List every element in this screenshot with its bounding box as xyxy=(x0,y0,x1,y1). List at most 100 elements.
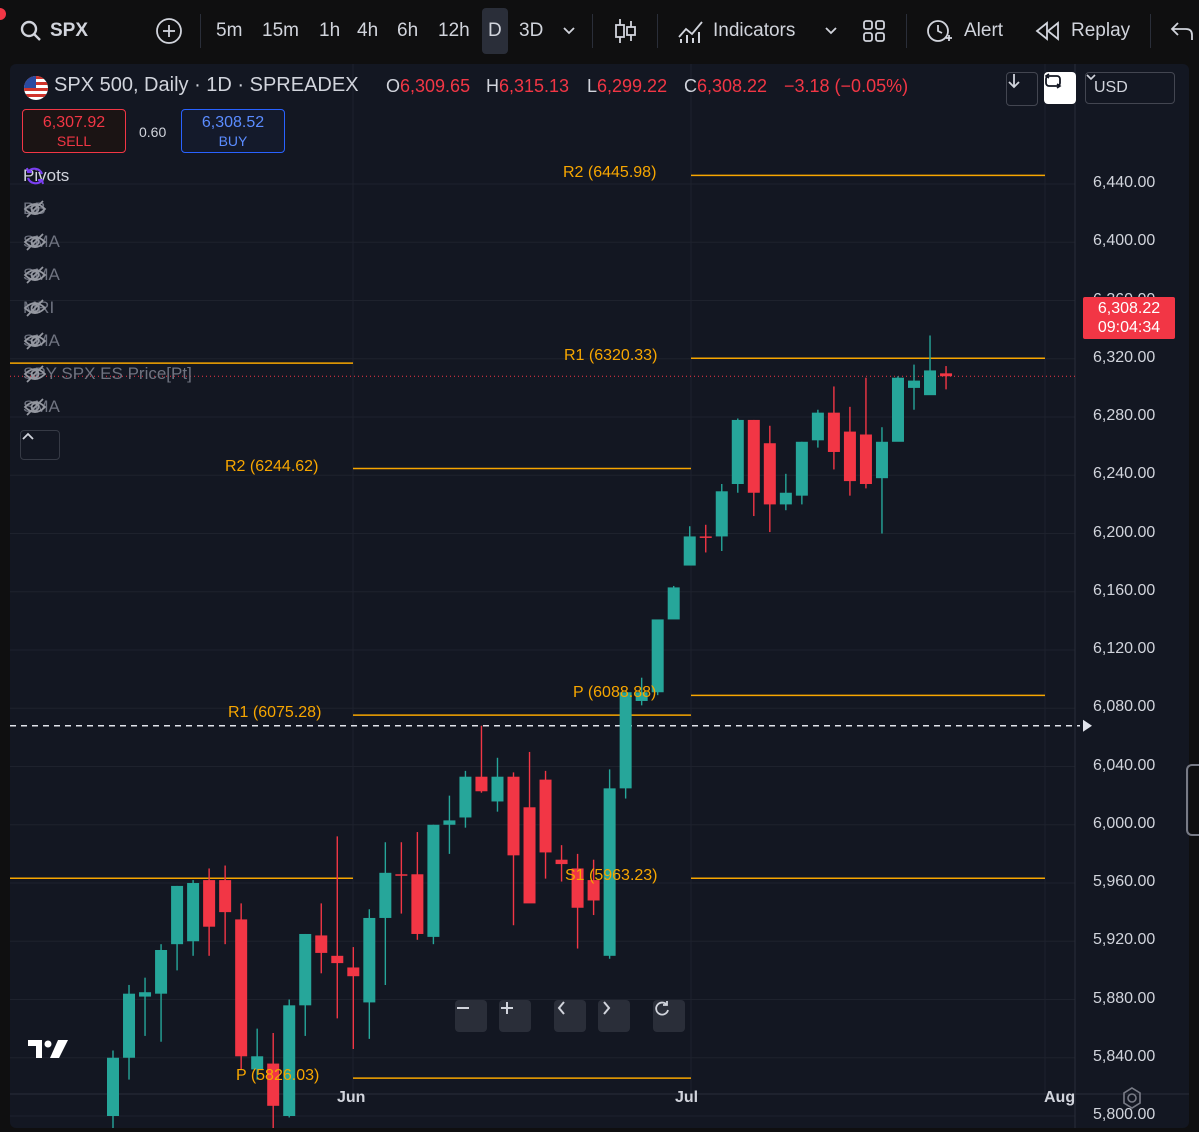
candle-body xyxy=(731,419,744,485)
indicator-row[interactable]: MRI xyxy=(23,298,54,318)
candle-body xyxy=(908,380,920,388)
indicator-row[interactable]: SMA xyxy=(23,232,60,252)
interval-3d[interactable]: 3D xyxy=(519,0,543,62)
indicator-row[interactable]: SMA xyxy=(23,265,60,285)
refresh-icon[interactable] xyxy=(23,166,47,186)
eye-off-icon[interactable] xyxy=(23,199,47,219)
price-axis-label: 6,160.00 xyxy=(1093,581,1156,599)
eye-off-icon[interactable] xyxy=(23,397,47,417)
indicators-dropdown-button[interactable] xyxy=(824,0,838,62)
undo-button[interactable] xyxy=(1170,0,1194,62)
toolbar-divider xyxy=(592,14,593,48)
candle-body xyxy=(715,491,728,537)
candle-body xyxy=(203,880,216,927)
indicator-row[interactable]: SPY SPX ES Price[Pt] xyxy=(23,364,192,384)
alert-button[interactable]: Alert xyxy=(924,0,1003,62)
candle-body xyxy=(924,370,937,396)
interval-dropdown-button[interactable] xyxy=(562,0,576,62)
indicator-row[interactable]: Pivots xyxy=(23,166,69,186)
last-price: 6,308.22 xyxy=(1097,300,1161,317)
price-axis-label: 6,120.00 xyxy=(1093,640,1156,658)
symbol-search-button[interactable]: SPX xyxy=(20,0,88,62)
indicators-label: Indicators xyxy=(713,20,796,41)
replay-button[interactable]: Replay xyxy=(1035,0,1130,62)
compare-add-button[interactable] xyxy=(155,0,183,62)
pivot-label: P (5826.03) xyxy=(236,1067,320,1085)
price-axis-label: 5,920.00 xyxy=(1093,931,1156,949)
templates-button[interactable] xyxy=(862,0,886,62)
eye-off-icon[interactable] xyxy=(23,265,47,285)
side-scrollbar[interactable] xyxy=(1186,764,1199,836)
pivot-label: R2 (6445.98) xyxy=(563,164,657,182)
indicator-row[interactable]: BB xyxy=(23,199,47,219)
symbol-label: SPX xyxy=(50,20,89,41)
zoom-out-button[interactable] xyxy=(455,1000,487,1032)
chart-canvas[interactable] xyxy=(10,64,1189,1128)
scroll-right-button[interactable] xyxy=(598,1000,630,1032)
minus-icon xyxy=(457,1007,469,1009)
rewind-icon xyxy=(1035,21,1059,41)
bar-countdown: 09:04:34 xyxy=(1097,319,1161,336)
zoom-in-button[interactable] xyxy=(499,1000,531,1032)
chevron-left-icon xyxy=(557,1001,565,1015)
price-axis-label: 6,440.00 xyxy=(1093,174,1156,192)
interval-1h[interactable]: 1h xyxy=(319,0,340,62)
ohlc-low: L6,299.22 xyxy=(587,76,668,96)
candle-body xyxy=(283,1005,296,1116)
reset-chart-button[interactable] xyxy=(653,1000,685,1032)
candle-body xyxy=(475,776,488,792)
price-axis-label: 6,080.00 xyxy=(1093,698,1156,716)
interval-15m[interactable]: 15m xyxy=(262,0,299,62)
scroll-to-latest-button[interactable] xyxy=(1006,72,1038,106)
top-toolbar: SPX 5m 15m 1h 4h 6h 12h D 3D Indicators … xyxy=(0,0,1199,62)
price-axis-label: 5,960.00 xyxy=(1093,873,1156,890)
sync-button[interactable] xyxy=(1044,72,1076,104)
eye-off-icon[interactable] xyxy=(23,364,47,384)
sync-icon xyxy=(1044,73,1062,89)
candle-body xyxy=(875,441,888,479)
pivot-label: R1 (6075.28) xyxy=(228,704,322,722)
candle-body xyxy=(363,917,376,1003)
buy-button[interactable]: 6,308.52 BUY xyxy=(181,109,285,153)
candle-body xyxy=(219,880,232,913)
us-flag-icon xyxy=(24,76,48,100)
grid-icon xyxy=(863,20,885,42)
time-axis-label: Jun xyxy=(337,1089,366,1106)
interval-4h[interactable]: 4h xyxy=(357,0,378,62)
candle-body xyxy=(155,949,168,994)
time-axis-label: Jul xyxy=(675,1089,699,1106)
collapse-legend-button[interactable] xyxy=(20,430,60,460)
indicator-row[interactable]: SMA xyxy=(23,397,60,417)
sell-button[interactable]: 6,307.92 SELL xyxy=(22,109,126,153)
scroll-left-button[interactable] xyxy=(554,1000,586,1032)
interval-12h[interactable]: 12h xyxy=(438,0,470,62)
eye-off-icon[interactable] xyxy=(23,232,47,252)
eye-off-icon[interactable] xyxy=(23,298,47,318)
interval-d-active[interactable]: D xyxy=(482,0,508,62)
chart-type-button[interactable] xyxy=(613,0,637,62)
eye-off-icon[interactable] xyxy=(23,331,47,351)
candle-body xyxy=(811,412,824,441)
indicator-row[interactable]: SMA xyxy=(23,331,60,351)
reset-icon xyxy=(655,1001,669,1016)
interval-5m[interactable]: 5m xyxy=(216,0,242,62)
indicators-button[interactable]: Indicators xyxy=(677,0,795,62)
toolbar-divider xyxy=(657,14,658,48)
currency-select[interactable]: USD xyxy=(1085,72,1175,104)
candle-body xyxy=(827,412,840,452)
candle-body xyxy=(491,776,504,802)
candle-body xyxy=(795,441,808,496)
interval-6h[interactable]: 6h xyxy=(397,0,418,62)
chart-pane[interactable]: SPX 500, Daily · 1D · SPREADEX O6,309.65… xyxy=(10,64,1189,1128)
search-icon xyxy=(20,20,41,41)
candle-body xyxy=(235,919,248,1057)
candle-body xyxy=(667,587,680,620)
price-axis-label: 5,880.00 xyxy=(1093,989,1156,1007)
replay-label: Replay xyxy=(1071,20,1131,41)
pivot-label: S1 (5963.23) xyxy=(565,867,658,885)
chevron-down-icon xyxy=(563,27,575,35)
alert-label: Alert xyxy=(964,20,1004,41)
candle-body xyxy=(139,992,152,997)
candle-body xyxy=(299,933,312,1006)
alarm-clock-icon xyxy=(927,20,952,42)
